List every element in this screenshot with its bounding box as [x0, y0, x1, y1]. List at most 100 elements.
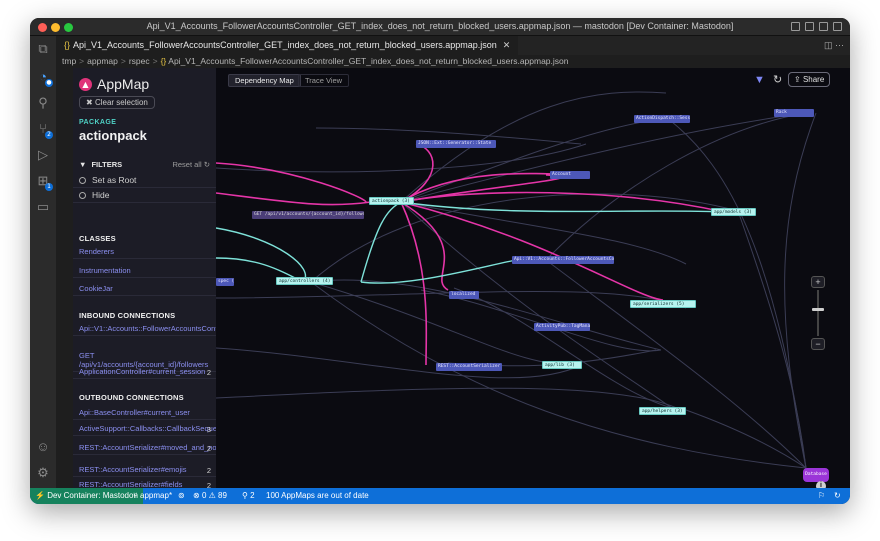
package-label: PACKAGE	[79, 119, 117, 126]
toggle-panel-icon[interactable]	[805, 22, 814, 31]
map-node[interactable]: REST::AccountSerializer	[436, 363, 502, 371]
funnel-icon: ▼	[79, 160, 87, 169]
map-node[interactable]: localized	[449, 291, 479, 299]
run-debug-icon[interactable]: ▷	[36, 148, 50, 162]
editor-tab[interactable]: {} Api_V1_Accounts_FollowerAccountsContro…	[56, 36, 519, 55]
appmap-status-message[interactable]: 100 AppMaps are out of date	[266, 488, 369, 504]
tab-dependency-map[interactable]: Dependency Map	[228, 74, 301, 87]
map-node[interactable]: Account	[550, 171, 590, 179]
editor-tab-bar: {} Api_V1_Accounts_FollowerAccountsContro…	[56, 36, 850, 55]
explorer-icon[interactable]: ⧉	[36, 42, 50, 56]
tab-label: Api_V1_Accounts_FollowerAccountsControll…	[73, 40, 497, 50]
map-node[interactable]: Rack	[774, 109, 814, 117]
toggle-sidebar-icon[interactable]	[791, 22, 800, 31]
appmap-logo-icon: ▲	[79, 77, 92, 91]
breadcrumb-item[interactable]: appmap	[87, 56, 118, 66]
appmap-activity-icon[interactable]: ◔ ●	[36, 70, 53, 87]
window-title: Api_V1_Accounts_FollowerAccountsControll…	[146, 21, 734, 31]
activity-bar: ⧉ ◔ ● ⚲ ⑂ 2 ▷ ⊞ 1 ▭ ☺ ⚙	[30, 36, 56, 488]
layout-controls	[791, 22, 842, 31]
reset-all-button[interactable]: Reset all ↻	[172, 160, 210, 169]
filter-icon[interactable]: ▼	[754, 74, 765, 86]
problems-indicator[interactable]: ⊗ 0 ⚠ 89	[193, 488, 227, 504]
outbound-link[interactable]: REST::AccountSerializer#moved_and_not_ne…	[73, 441, 216, 455]
breadcrumb-item[interactable]: rspec	[129, 56, 150, 66]
map-node[interactable]: app/controllers (4)	[276, 277, 333, 285]
map-node[interactable]: spec (3)	[216, 278, 234, 286]
feedback-icon[interactable]: ⚐	[818, 488, 825, 504]
error-icon: ⊗	[193, 491, 202, 500]
clear-selection-label: Clear selection	[94, 98, 148, 107]
zoom-out-button[interactable]: −	[811, 338, 825, 350]
toggle-secondary-sidebar-icon[interactable]	[819, 22, 828, 31]
reload-icon[interactable]: ↻	[773, 73, 782, 86]
close-tab-icon[interactable]: ✕	[503, 40, 511, 50]
map-node[interactable]: ActionDispatch::Session	[634, 115, 690, 123]
inbound-link[interactable]: ApplicationController#current_session 2	[73, 365, 216, 379]
outbound-header: OUTBOUND CONNECTIONS	[79, 393, 184, 402]
share-icon: ⇪	[794, 75, 803, 84]
remote-explorer-icon[interactable]: ▭	[36, 200, 50, 214]
vscode-window: Api_V1_Accounts_FollowerAccountsControll…	[30, 18, 850, 504]
brand-name: AppMap	[97, 76, 150, 92]
share-button[interactable]: ⇪ Share	[788, 72, 831, 87]
hide-option[interactable]: Hide	[73, 189, 216, 203]
more-actions-icon[interactable]: ⋯	[835, 40, 844, 50]
zoom-slider-track[interactable]	[817, 290, 819, 336]
zoom-in-button[interactable]: +	[811, 276, 825, 288]
json-braces-icon: {}	[160, 56, 167, 66]
inbound-link[interactable]: Api::V1::Accounts::FollowerAccountsContr…	[73, 322, 216, 336]
map-node-database[interactable]: Database	[803, 468, 829, 482]
map-node[interactable]: app/helpers (3)	[639, 407, 686, 415]
outbound-link[interactable]: REST::AccountSerializer#fields 2	[73, 478, 216, 488]
notifications-icon[interactable]: ↻	[834, 488, 841, 504]
json-braces-icon: {}	[64, 40, 71, 50]
warning-icon: ⚠	[206, 491, 219, 500]
source-control-icon[interactable]: ⑂ 2	[36, 122, 53, 139]
dependency-map[interactable]: Dependency Map Trace View ▼ ↻ ⇪ Share Ac…	[216, 68, 850, 488]
editor-actions: ◫ ⋯	[824, 40, 844, 51]
map-node[interactable]: app/serializers (5)	[630, 300, 696, 308]
filters-header: ▼ FILTERS Reset all ↻	[79, 160, 210, 172]
remote-icon: ⚡	[35, 491, 48, 500]
class-link[interactable]: CookieJar	[73, 282, 216, 296]
map-node[interactable]: app/models (3)	[711, 208, 756, 216]
outbound-link[interactable]: ActiveSupport::Callbacks::CallbackSequen…	[73, 422, 216, 436]
breadcrumb: tmp > appmap > rspec >{} Api_V1_Accounts_Follo…	[56, 55, 850, 67]
sync-icon[interactable]: ⊚	[178, 488, 185, 504]
package-name: actionpack	[79, 128, 147, 143]
zoom-slider-thumb[interactable]	[812, 308, 824, 311]
outbound-link[interactable]: REST::AccountSerializer#emojis 2	[73, 463, 216, 477]
map-node[interactable]: ActivityPub::TagManager	[534, 323, 590, 331]
title-bar: Api_V1_Accounts_FollowerAccountsControll…	[30, 18, 850, 36]
info-icon[interactable]: i	[816, 481, 826, 488]
breadcrumb-item[interactable]: Api_V1_Accounts_FollowerAccountsControll…	[168, 56, 568, 66]
clear-selection-button[interactable]: ✖ Clear selection	[79, 96, 155, 109]
account-icon[interactable]: ☺	[36, 440, 50, 454]
status-bar: ⚡ Dev Container: Mastodon ⑂ appmap* ⊚ ⊗ …	[30, 488, 850, 504]
clear-x-icon: ✖	[86, 98, 95, 107]
tab-trace-view[interactable]: Trace View	[298, 74, 350, 87]
ports-indicator[interactable]: ⚲ 2	[242, 488, 255, 504]
radio-icon	[79, 192, 86, 199]
extensions-icon[interactable]: ⊞ 1	[36, 174, 53, 191]
breadcrumb-item[interactable]: tmp	[62, 56, 76, 66]
map-node[interactable]: JSON::Ext::Generator::State	[416, 140, 496, 148]
outbound-link[interactable]: Api::BaseController#current_user	[73, 406, 216, 420]
split-editor-icon[interactable]: ◫	[824, 40, 833, 50]
class-link[interactable]: Instrumentation	[73, 264, 216, 278]
radio-icon	[79, 177, 86, 184]
branch-icon: ⑂	[133, 491, 141, 500]
map-node[interactable]: Api::V1::Accounts::FollowerAccountsContr…	[512, 256, 614, 264]
map-node[interactable]: app/lib (3)	[542, 361, 582, 369]
settings-gear-icon[interactable]: ⚙	[36, 466, 50, 480]
search-icon[interactable]: ⚲	[36, 96, 50, 110]
set-as-root-option[interactable]: Set as Root	[73, 174, 216, 188]
remote-indicator[interactable]: ⚡ Dev Container: Mastodon	[30, 488, 143, 504]
customize-layout-icon[interactable]	[833, 22, 842, 31]
map-node[interactable]: GET /api/v1/accounts/{account_id}/follow…	[252, 211, 364, 219]
branch-indicator[interactable]: ⑂ appmap*	[133, 488, 172, 504]
class-link[interactable]: Renderers	[73, 245, 216, 259]
classes-header: CLASSES	[79, 234, 116, 243]
map-node[interactable]: actionpack (3)	[369, 197, 414, 205]
